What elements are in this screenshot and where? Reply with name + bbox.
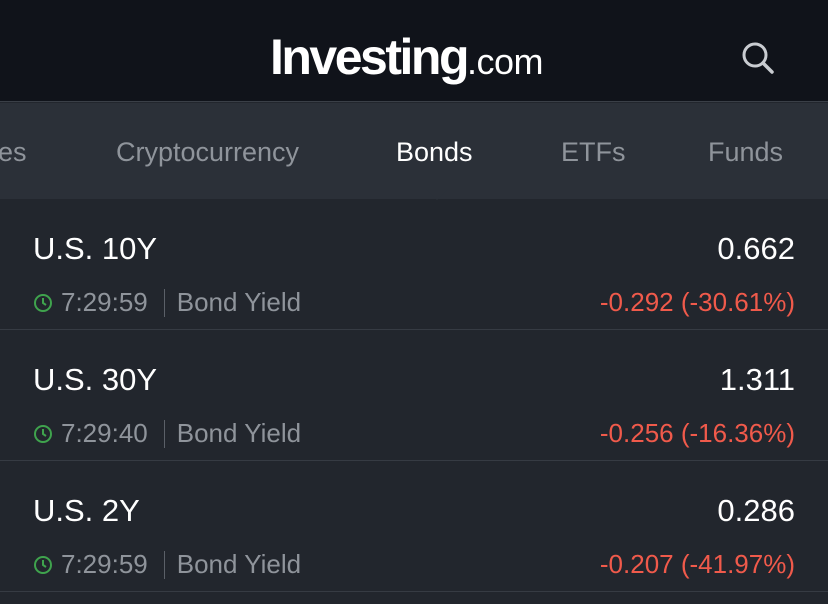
price-change: -0.256 (-16.36%) (599, 418, 795, 448)
instrument-price: 1.311 (719, 362, 795, 397)
instrument-name: U.S. 2Y (33, 493, 140, 528)
logo-main-text: Investing (270, 29, 469, 85)
update-time: 7:29:59 (61, 549, 148, 579)
clock-icon (34, 424, 52, 443)
clock-icon (34, 555, 52, 574)
update-time: 7:29:59 (61, 287, 148, 317)
search-icon (742, 42, 774, 74)
separator (163, 419, 165, 448)
app-header: Investing.com (0, 0, 828, 102)
tab-cryptocurrency[interactable]: Cryptocurrency (116, 137, 299, 168)
tab-commodities[interactable]: es (0, 137, 27, 168)
separator (163, 550, 165, 579)
instrument-type: Bond Yield (176, 549, 302, 579)
list-item[interactable]: U.S. 10Y 0.662 7:29:59 Bond Yield -0.292… (0, 199, 828, 330)
tab-etfs[interactable]: ETFs (561, 137, 626, 168)
instrument-price: 0.662 (717, 231, 795, 266)
instrument-meta: 7:29:59 Bond Yield (33, 549, 301, 580)
price-change: -0.207 (-41.97%) (599, 549, 795, 579)
category-tabs: es Cryptocurrency Bonds ETFs Funds (0, 103, 828, 199)
instrument-name: U.S. 10Y (33, 231, 158, 266)
tab-funds[interactable]: Funds (708, 137, 783, 168)
clock-icon (34, 293, 52, 312)
separator (163, 288, 165, 317)
instrument-meta: 7:29:40 Bond Yield (33, 418, 301, 449)
instrument-meta: 7:29:59 Bond Yield (33, 287, 301, 318)
investing-logo[interactable]: Investing.com (270, 28, 544, 86)
instrument-type: Bond Yield (176, 418, 302, 448)
bonds-list: U.S. 10Y 0.662 7:29:59 Bond Yield -0.292… (0, 199, 828, 592)
list-item[interactable]: U.S. 30Y 1.311 7:29:40 Bond Yield -0.256… (0, 330, 828, 461)
instrument-price: 0.286 (717, 493, 795, 528)
price-change: -0.292 (-30.61%) (599, 287, 795, 317)
logo-suffix-text: .com (466, 41, 544, 82)
instrument-type: Bond Yield (176, 287, 302, 317)
search-button[interactable] (736, 36, 780, 80)
update-time: 7:29:40 (61, 418, 148, 448)
list-item[interactable]: U.S. 2Y 0.286 7:29:59 Bond Yield -0.207 … (0, 461, 828, 592)
instrument-name: U.S. 30Y (33, 362, 158, 397)
tab-bonds[interactable]: Bonds (396, 137, 473, 168)
